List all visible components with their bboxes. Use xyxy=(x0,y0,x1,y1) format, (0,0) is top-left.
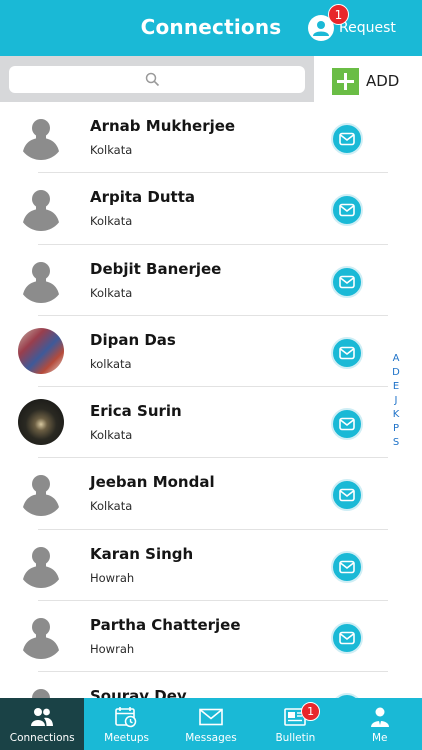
contact-city: Kolkata xyxy=(90,499,133,514)
contact-row[interactable]: Debjit Banerjee Kolkata xyxy=(0,245,422,316)
envelope-icon xyxy=(339,203,355,217)
index-letter[interactable]: A xyxy=(391,352,401,366)
envelope-icon xyxy=(339,132,355,146)
tab-me[interactable]: Me xyxy=(338,698,422,750)
contact-name: Arpita Dutta xyxy=(90,188,195,207)
tab-meetups[interactable]: Meetups xyxy=(84,698,168,750)
index-letter[interactable]: K xyxy=(391,408,401,422)
contact-city: Howrah xyxy=(90,642,135,657)
app-header: Connections 1 Request xyxy=(0,0,422,56)
profile-icon xyxy=(368,706,392,728)
index-letter[interactable]: E xyxy=(391,380,401,394)
index-letter[interactable]: P xyxy=(391,422,401,436)
contact-row[interactable]: Arpita Dutta Kolkata xyxy=(0,173,422,245)
tab-bar: Connections Meetups Messages 1 Bulletin Me xyxy=(0,698,422,750)
index-letter[interactable]: J xyxy=(391,394,401,408)
people-icon xyxy=(30,706,54,728)
calendar-clock-icon xyxy=(114,706,138,728)
tab-label: Connections xyxy=(9,732,75,744)
envelope-icon xyxy=(339,417,355,431)
contact-name: Arnab Mukherjee xyxy=(90,117,236,135)
envelope-icon xyxy=(339,631,355,645)
contact-row[interactable]: Arnab Mukherjee Kolkata xyxy=(0,102,422,174)
message-button[interactable] xyxy=(331,123,363,155)
add-connection-button[interactable]: ADD xyxy=(332,67,399,95)
request-label: Request xyxy=(339,20,396,36)
envelope-icon xyxy=(339,275,355,288)
avatar xyxy=(18,399,64,446)
search-bar xyxy=(0,56,314,102)
message-button[interactable] xyxy=(331,408,363,441)
search-input[interactable] xyxy=(9,66,305,93)
contact-name: Erica Surin xyxy=(90,402,182,421)
envelope-icon xyxy=(339,489,355,502)
contact-name: Partha Chatterjee xyxy=(90,616,241,635)
contact-row[interactable]: Dipan Das kolkata xyxy=(0,316,422,388)
request-button[interactable]: 1 Request xyxy=(308,4,396,48)
contact-name: Dipan Das xyxy=(90,330,176,349)
contact-row[interactable]: Sourav Dey xyxy=(0,672,422,698)
contact-city: Howrah xyxy=(90,570,135,585)
message-button[interactable] xyxy=(331,194,363,227)
message-button[interactable] xyxy=(331,550,363,583)
message-button[interactable] xyxy=(331,336,363,369)
alphabet-index[interactable]: ADEJKPS xyxy=(391,352,401,450)
tab-badge: 1 xyxy=(301,702,321,721)
tab-bulletin[interactable]: 1 Bulletin xyxy=(253,698,337,750)
index-letter[interactable]: S xyxy=(391,436,401,450)
message-button[interactable] xyxy=(331,265,363,298)
tab-label: Bulletin xyxy=(275,732,316,744)
contact-city: Kolkata xyxy=(90,214,133,229)
envelope-icon xyxy=(339,560,355,574)
tab-connections[interactable]: Connections xyxy=(0,698,85,750)
contact-city: kolkata xyxy=(90,356,132,371)
avatar xyxy=(18,470,64,517)
tab-messages[interactable]: Messages xyxy=(169,698,253,750)
request-badge: 1 xyxy=(328,4,349,25)
add-label: ADD xyxy=(366,72,400,90)
avatar xyxy=(18,327,64,374)
avatar xyxy=(18,613,64,660)
message-button[interactable] xyxy=(331,479,363,512)
contact-city: Kolkata xyxy=(90,428,133,443)
tab-label: Me xyxy=(371,732,388,744)
search-icon xyxy=(145,72,160,87)
message-button[interactable] xyxy=(331,622,363,655)
avatar xyxy=(18,114,64,160)
tab-label: Messages xyxy=(185,732,237,744)
contact-name: Karan Singh xyxy=(90,544,194,563)
contact-row[interactable]: Erica Surin Kolkata xyxy=(0,387,422,459)
contact-row[interactable]: Jeeban Mondal Kolkata xyxy=(0,458,422,530)
contact-name: Jeeban Mondal xyxy=(90,473,215,492)
avatar xyxy=(18,257,64,303)
tab-label: Meetups xyxy=(104,732,150,744)
contact-name: Sourav Dey xyxy=(90,687,187,698)
envelope-icon xyxy=(339,346,355,360)
contact-city: Kolkata xyxy=(90,143,133,157)
contact-row[interactable]: Karan Singh Howrah xyxy=(0,530,422,602)
index-letter[interactable]: D xyxy=(391,366,401,380)
envelope-icon xyxy=(198,706,223,728)
avatar xyxy=(18,185,64,232)
avatar xyxy=(18,542,64,588)
plus-icon xyxy=(332,67,359,95)
avatar xyxy=(18,684,64,698)
contact-city: Kolkata xyxy=(90,285,133,300)
contact-name: Debjit Banerjee xyxy=(90,259,222,278)
contact-list: Arnab Mukherjee Kolkata Arpita Dutta Kolkat… xyxy=(0,102,422,698)
contact-row[interactable]: Partha Chatterjee Howrah xyxy=(0,601,422,673)
